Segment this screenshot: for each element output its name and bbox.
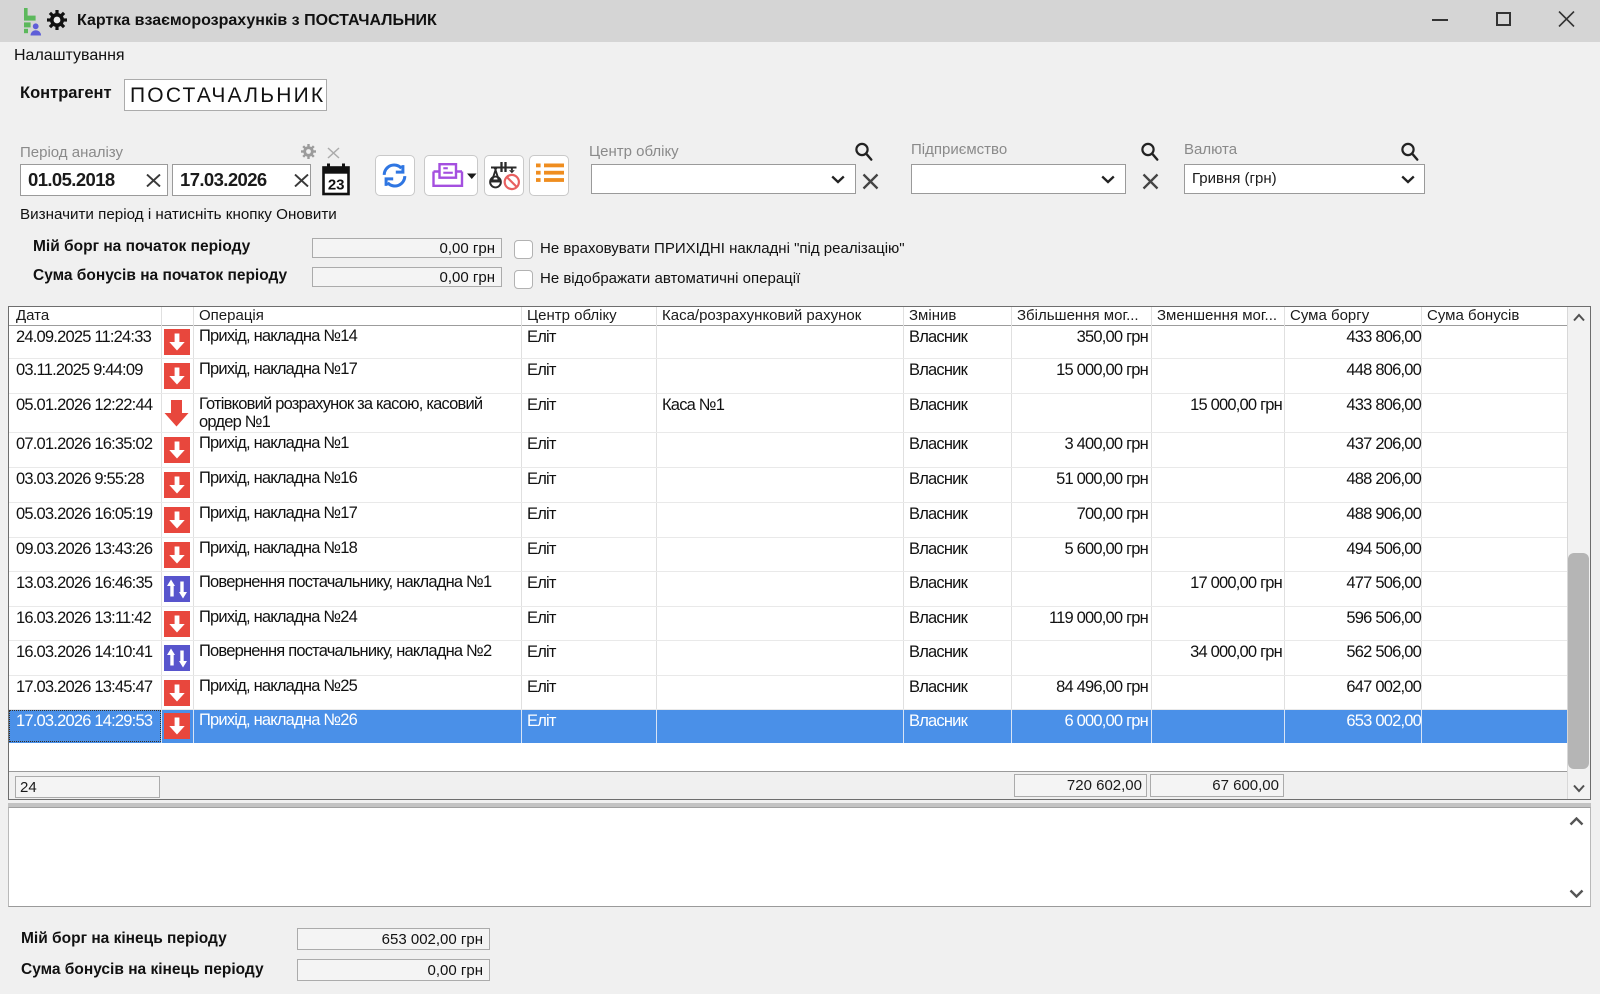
- svg-text:23: 23: [328, 177, 345, 194]
